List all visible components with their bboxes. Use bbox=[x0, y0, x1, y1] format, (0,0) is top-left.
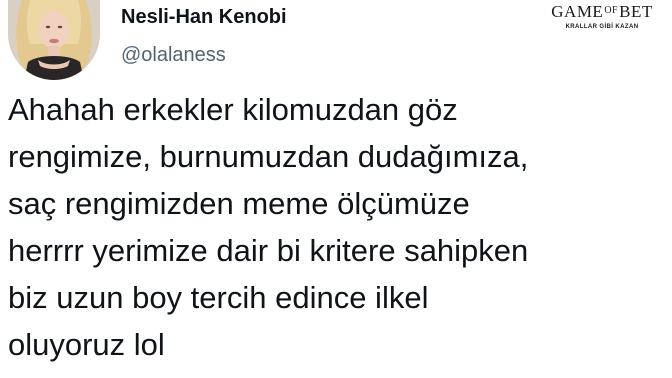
tweet-card: Nesli-Han Kenobi @olalaness GAMEOFBET KR… bbox=[0, 0, 672, 378]
avatar[interactable] bbox=[8, 0, 100, 80]
tweet-text-line: rengimize, burnumuzdan dudağımıza, bbox=[8, 139, 529, 174]
avatar-photo bbox=[8, 0, 100, 80]
watermark-word-game: GAME bbox=[551, 2, 604, 21]
user-handle[interactable]: @olalaness bbox=[121, 44, 226, 67]
display-name[interactable]: Nesli-Han Kenobi bbox=[121, 6, 287, 29]
watermark-word-bet: BET bbox=[619, 2, 653, 21]
watermark-logo: GAMEOFBET KRALLAR GİBİ KAZAN bbox=[540, 0, 664, 31]
watermark-tagline: KRALLAR GİBİ KAZAN bbox=[565, 24, 639, 30]
watermark-title: GAMEOFBET bbox=[540, 0, 664, 23]
tweet-text-line: herrrr yerimize dair bi kritere sahipken bbox=[8, 233, 529, 268]
tweet-text-line: Ahahah erkekler kilomuzdan göz bbox=[8, 92, 458, 127]
tweet-text-line: oluyoruz lol bbox=[8, 327, 165, 362]
tweet-text-line: biz uzun boy tercih edince ilkel bbox=[8, 280, 429, 315]
tweet-text: Ahahah erkekler kilomuzdan göz rengimize… bbox=[8, 86, 668, 368]
tweet-text-line: saç rengimizden meme ölçümüze bbox=[8, 186, 470, 221]
watermark-word-of: OF bbox=[604, 5, 619, 16]
